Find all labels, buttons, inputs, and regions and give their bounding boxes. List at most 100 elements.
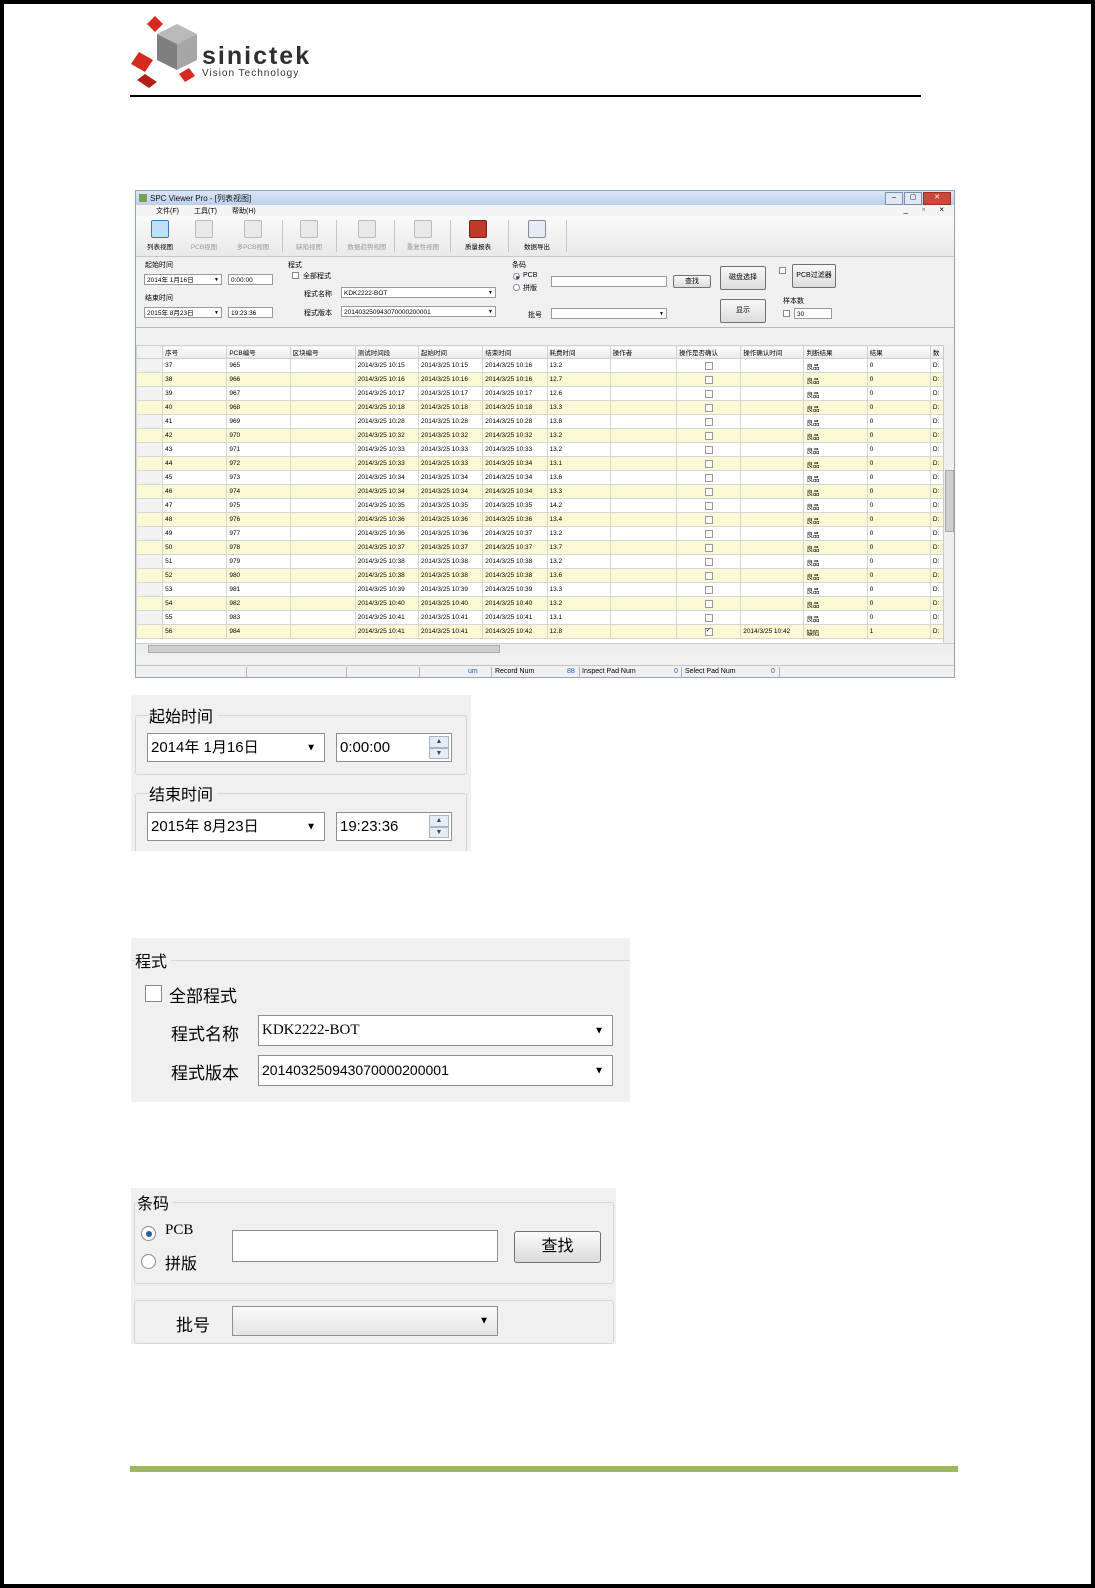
table-row[interactable]: 40 968 2014/3/25 10:18 2014/3/25 10:18 2014/… — [136, 400, 945, 415]
confirm-checkbox[interactable] — [704, 626, 713, 636]
spinner-icon[interactable]: ▲ ▼ — [429, 815, 449, 838]
zoom-start-date-picker[interactable]: 2014年 1月16日 ▼ — [147, 733, 325, 762]
table-row[interactable]: 53 981 2014/3/25 10:39 2014/3/25 10:39 2014/… — [136, 582, 945, 597]
minimize-button[interactable]: – — [885, 192, 903, 205]
program-name-select[interactable]: KDK2222-BOT ▼ — [341, 287, 496, 298]
sample-count-checkbox[interactable] — [783, 310, 790, 317]
row-header[interactable] — [136, 554, 164, 569]
row-header[interactable] — [136, 498, 164, 513]
barcode-input[interactable] — [551, 276, 667, 287]
column-header[interactable]: 测试时间段 — [354, 345, 420, 359]
row-header[interactable] — [136, 610, 164, 625]
table-row[interactable]: 49 977 2014/3/25 10:36 2014/3/25 10:36 2014/… — [136, 526, 945, 541]
confirm-checkbox[interactable] — [704, 459, 713, 468]
confirm-checkbox[interactable] — [704, 585, 713, 594]
confirm-checkbox[interactable] — [704, 529, 713, 538]
column-header[interactable]: 操作是否确认 — [675, 345, 742, 359]
confirm-checkbox[interactable] — [704, 361, 713, 370]
row-header[interactable] — [136, 428, 164, 443]
menu-tools[interactable]: 工具(T) — [194, 206, 217, 216]
table-row[interactable]: 48 976 2014/3/25 10:36 2014/3/25 10:36 2014/… — [136, 512, 945, 527]
menu-file[interactable]: 文件(F) — [156, 206, 179, 216]
zoom-program-name-select[interactable]: KDK2222-BOT ▼ — [258, 1015, 613, 1046]
table-row[interactable]: 44 972 2014/3/25 10:33 2014/3/25 10:33 2014/… — [136, 456, 945, 471]
row-header[interactable] — [136, 484, 164, 499]
row-header[interactable] — [136, 540, 164, 555]
all-programs-checkbox[interactable] — [292, 272, 299, 279]
toolbar-button-0[interactable]: 列表视图 — [140, 218, 180, 254]
toolbar-button-4[interactable]: 数据趋势视图 — [340, 218, 394, 254]
confirm-checkbox[interactable] — [704, 375, 713, 384]
row-header[interactable] — [136, 372, 164, 387]
row-header[interactable] — [136, 568, 164, 583]
confirm-checkbox[interactable] — [704, 501, 713, 510]
confirm-checkbox[interactable] — [704, 473, 713, 482]
toolbar-button-3[interactable]: 缺陷视图 — [286, 218, 332, 254]
confirm-checkbox[interactable] — [704, 445, 713, 454]
table-row[interactable]: 55 983 2014/3/25 10:41 2014/3/25 10:41 2014/… — [136, 610, 945, 625]
find-button[interactable]: 查找 — [673, 275, 711, 288]
table-row[interactable]: 52 980 2014/3/25 10:38 2014/3/25 10:38 2014/… — [136, 568, 945, 583]
end-time-field[interactable]: 19:23:36 — [228, 307, 273, 318]
confirm-checkbox[interactable] — [704, 515, 713, 524]
table-row[interactable]: 39 967 2014/3/25 10:17 2014/3/25 10:17 2014/… — [136, 386, 945, 401]
confirm-checkbox[interactable] — [704, 431, 713, 440]
toolbar-button-6[interactable]: 质量报表 — [454, 218, 502, 254]
row-header[interactable] — [136, 470, 164, 485]
confirm-checkbox[interactable] — [704, 543, 713, 552]
zoom-barcode-input[interactable] — [232, 1230, 498, 1262]
table-row[interactable]: 46 974 2014/3/25 10:34 2014/3/25 10:34 2014/… — [136, 484, 945, 499]
pcb-radio[interactable] — [513, 273, 520, 280]
table-row[interactable]: 43 971 2014/3/25 10:33 2014/3/25 10:33 2014/… — [136, 442, 945, 457]
confirm-checkbox[interactable] — [704, 389, 713, 398]
confirm-checkbox[interactable] — [704, 403, 713, 412]
end-date-picker[interactable]: 2015年 8月23日 ▼ — [144, 307, 222, 318]
table-row[interactable]: 42 970 2014/3/25 10:32 2014/3/25 10:32 2014/… — [136, 428, 945, 443]
column-header[interactable]: 结束时间 — [482, 345, 548, 359]
row-header[interactable] — [136, 624, 164, 639]
table-row[interactable]: 37 965 2014/3/25 10:15 2014/3/25 10:15 2014/… — [136, 358, 945, 373]
toolbar-button-2[interactable]: 多PCB视图 — [228, 218, 278, 254]
table-row[interactable]: 45 973 2014/3/25 10:34 2014/3/25 10:34 2014/… — [136, 470, 945, 485]
table-row[interactable]: 47 975 2014/3/25 10:35 2014/3/25 10:35 2014/… — [136, 498, 945, 513]
row-header[interactable] — [136, 400, 164, 415]
column-header[interactable]: 操作确认时间 — [740, 345, 805, 359]
zoom-end-time-field[interactable]: 19:23:36 ▲ ▼ — [336, 812, 452, 841]
confirm-checkbox[interactable] — [704, 487, 713, 496]
toolbar-button-7[interactable]: 数据导出 — [512, 218, 562, 254]
zoom-end-date-picker[interactable]: 2015年 8月23日 ▼ — [147, 812, 325, 841]
toolbar-button-5[interactable]: 重复性视图 — [398, 218, 448, 254]
disk-select-button[interactable]: 磁盘选择 — [720, 266, 766, 290]
column-header[interactable]: 数 — [929, 345, 945, 359]
column-header[interactable]: PCB编号 — [226, 345, 291, 359]
horizontal-scrollbar[interactable] — [136, 643, 954, 653]
mdi-controls[interactable]: _ ▫ × — [904, 205, 950, 214]
vertical-scroll-thumb[interactable] — [945, 470, 954, 532]
row-header[interactable] — [136, 582, 164, 597]
row-header[interactable] — [136, 526, 164, 541]
confirm-checkbox[interactable] — [704, 571, 713, 580]
confirm-checkbox[interactable] — [704, 613, 713, 622]
toolbar-button-1[interactable]: PCB视图 — [184, 218, 224, 254]
table-row[interactable]: 41 969 2014/3/25 10:28 2014/3/25 10:28 2014/… — [136, 414, 945, 429]
confirm-checkbox[interactable] — [704, 557, 713, 566]
zoom-all-programs-checkbox[interactable] — [145, 985, 162, 1002]
horizontal-scroll-thumb[interactable] — [148, 645, 500, 653]
sample-count-field[interactable]: 30 — [794, 308, 832, 319]
panel-radio[interactable] — [513, 284, 520, 291]
row-header[interactable] — [136, 386, 164, 401]
zoom-program-version-select[interactable]: 201403250943070000200001 ▼ — [258, 1055, 613, 1086]
show-button[interactable]: 显示 — [720, 299, 766, 323]
column-header[interactable]: 序号 — [162, 345, 228, 359]
pcb-filter-button[interactable]: PCB过滤器 — [792, 264, 836, 288]
row-header[interactable] — [136, 414, 164, 429]
batch-select[interactable]: ▼ — [551, 308, 667, 319]
close-button[interactable]: ✕ — [923, 192, 951, 205]
zoom-panel-radio[interactable] — [141, 1254, 156, 1269]
zoom-batch-select[interactable]: ▼ — [232, 1306, 498, 1336]
row-header[interactable] — [136, 456, 164, 471]
zoom-pcb-radio[interactable] — [141, 1226, 156, 1241]
column-header[interactable]: 区块编号 — [289, 345, 356, 359]
start-time-field[interactable]: 0:00:00 — [228, 274, 273, 285]
maximize-button[interactable]: ▢ — [904, 192, 922, 205]
